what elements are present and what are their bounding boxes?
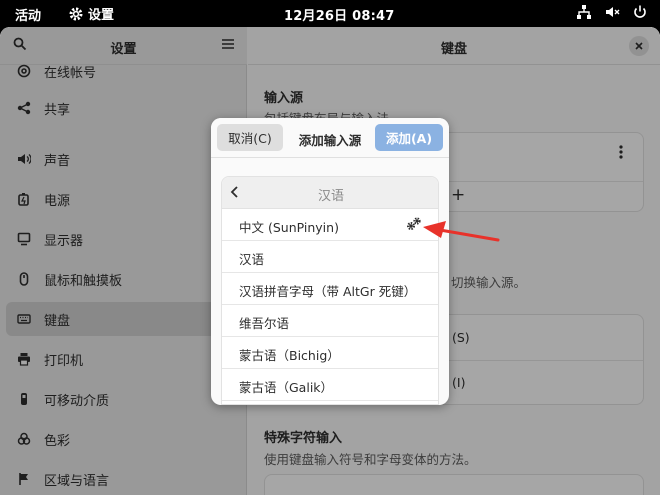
annotation-arrow: [423, 221, 500, 242]
